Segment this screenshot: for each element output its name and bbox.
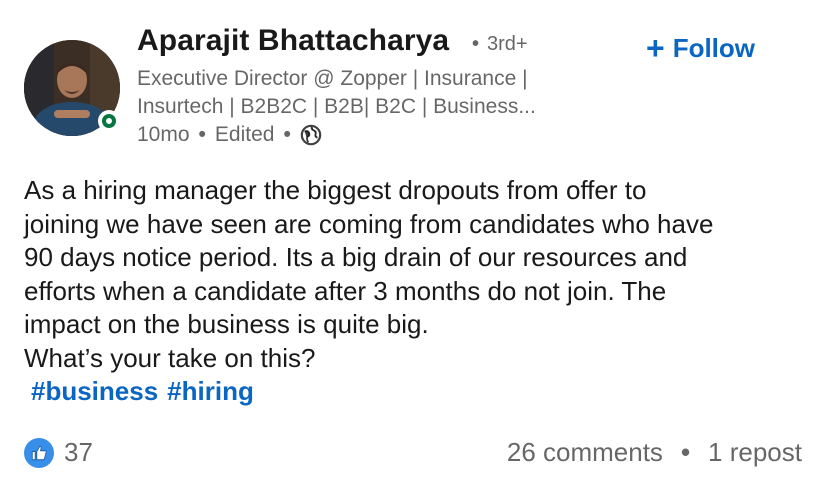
degree-label: 3rd+ [487,33,528,55]
post-text-line: impact on the business is quite big. [24,309,429,339]
meta-separator: • [283,123,291,146]
meta-separator: • [198,123,206,146]
post-body: As a hiring manager the biggest dropouts… [24,174,814,375]
reactions-count: 37 [64,437,93,467]
reposts-count-link[interactable]: 1 repost [708,437,802,468]
reactions-summary[interactable]: 37 [24,437,93,468]
hashtag-link[interactable]: #hiring [167,376,254,406]
edited-label: Edited [214,123,275,146]
headline-line: Executive Director @ Zopper | Insurance … [137,67,528,90]
post-text-line: What’s your take on this? [24,342,316,373]
follow-button[interactable]: + Follow [646,30,755,66]
feed-post: Aparajit Bhattacharya • 3rd+ + Follow Exe… [0,0,828,490]
headline-line: Insurtech | B2B2C | B2B| B2C | Business.… [137,95,536,118]
author-headline: Executive Director @ Zopper | Insurance … [137,65,617,121]
hashtag-link[interactable]: #business [31,376,158,406]
post-time[interactable]: 10mo [137,123,190,147]
plus-icon: + [646,30,665,66]
post-meta: 10mo • Edited • [137,123,322,147]
like-icon [24,437,54,468]
counts-separator: • [680,437,691,467]
author-avatar-container[interactable] [24,40,120,136]
globe-icon [300,124,322,146]
connection-degree: • 3rd+ [472,33,528,56]
comments-count-link[interactable]: 26 comments [507,437,663,468]
post-text-line: 90 days notice period. Its a big drain o… [24,242,688,272]
online-status-indicator [98,110,120,132]
post-text-line: joining we have seen are coming from can… [24,208,714,239]
post-hashtags: #business #hiring [31,376,263,407]
social-counts: 26 comments • 1 repost [507,437,802,468]
author-name[interactable]: Aparajit Bhattacharya [137,24,449,58]
thumbs-up-glyph [31,445,47,460]
post-text-line: As a hiring manager the biggest dropouts… [24,175,647,205]
degree-separator: • [472,33,480,55]
follow-label: Follow [672,32,756,63]
post-text-line: efforts when a candidate after 3 months … [24,275,667,306]
